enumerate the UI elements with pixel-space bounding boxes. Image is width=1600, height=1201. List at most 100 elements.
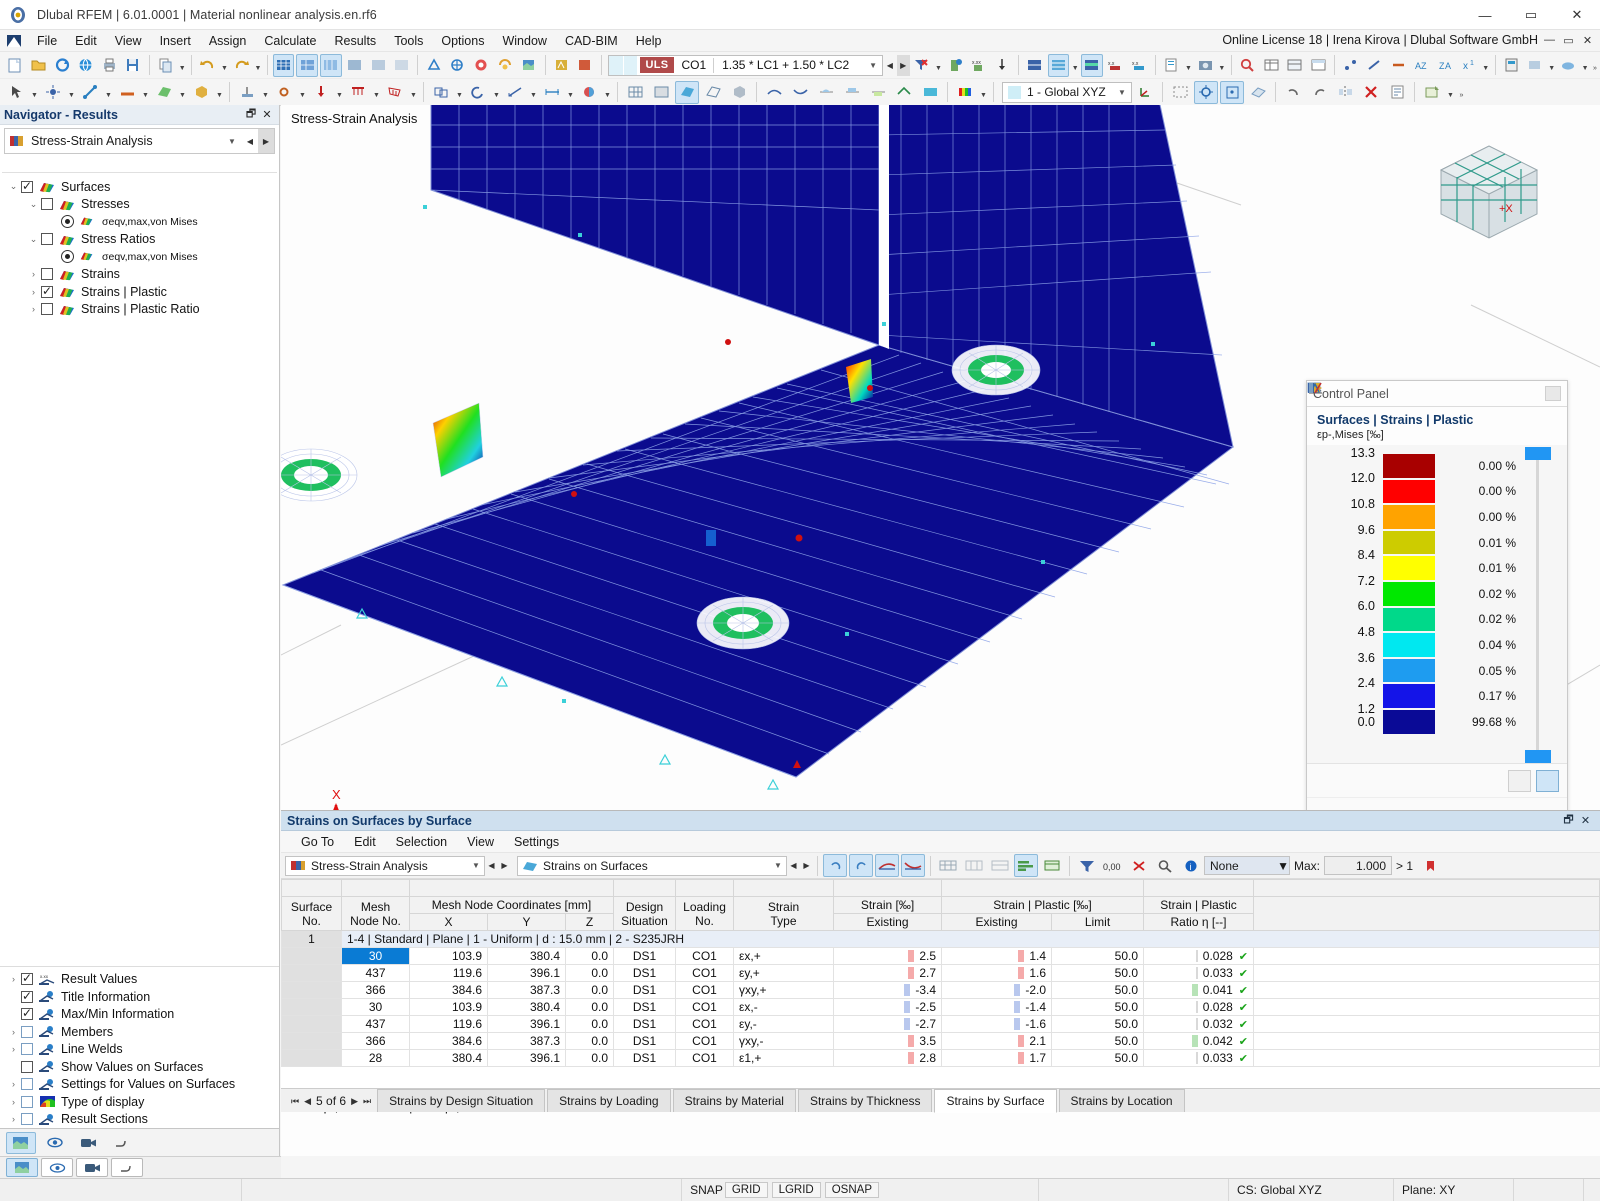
scale-color-chip[interactable] [1382,478,1436,505]
table-result-next-button[interactable]: ▶ [800,856,813,876]
th-plastic-existing[interactable]: Existing [941,913,1053,931]
video-button[interactable] [76,1158,108,1177]
table-tab[interactable]: Strains by Location [1058,1089,1185,1112]
analysis-next-button[interactable]: ▶ [258,129,274,153]
cell-y[interactable]: 387.3 [487,981,566,999]
cell-x[interactable]: 119.6 [409,1015,488,1033]
navigator-tree-item[interactable]: › Strains [0,266,279,284]
load-combination-selector[interactable]: ULS CO1 1.35 * LC1 + 1.50 * LC2 ▼ [607,54,884,76]
navigator-display-item[interactable]: Show Values on Surfaces [0,1058,279,1076]
table-layout-3-icon[interactable] [988,854,1012,877]
cell-plastic-existing[interactable]: -1.4 [941,998,1053,1016]
node-icon[interactable] [1340,54,1362,77]
cell-z[interactable]: 0.0 [564,998,615,1016]
table-analysis-selector[interactable]: Stress-Strain Analysis ▼ [285,855,485,876]
print-report-icon[interactable] [1161,54,1183,77]
pager-last-button[interactable]: ⏭ [363,1096,371,1107]
analysis-chevron-down-icon[interactable]: ▼ [222,137,242,146]
th-strain-existing[interactable]: Existing [833,913,943,931]
scale-color-chip[interactable] [1382,529,1436,556]
cell-plastic-limit[interactable]: 50.0 [1051,1032,1145,1050]
filter-dropdown-icon[interactable]: ▼ [934,54,944,77]
extras-dropdown-icon[interactable]: ▼ [1547,54,1557,77]
menu-assign[interactable]: Assign [200,32,256,50]
scale-color-chip[interactable] [1382,683,1436,709]
view-results-button[interactable] [6,1158,38,1177]
cell-strain-type[interactable]: γxy,+ [733,981,835,999]
result-surface-icon[interactable] [918,81,942,104]
expander-icon[interactable]: › [6,1079,21,1089]
table-undo-icon[interactable] [823,854,847,877]
checkbox[interactable] [21,1060,33,1073]
status-osnap-toggle[interactable]: OSNAP [824,1181,879,1198]
cell-plastic-existing[interactable]: -2.0 [941,981,1053,999]
delete-icon[interactable] [1359,81,1383,104]
scale-edit-icon[interactable] [1307,382,1531,792]
cell-z[interactable]: 0.0 [564,981,615,999]
cell-strain-type[interactable]: εx,+ [733,947,835,965]
coordinate-system-selector[interactable]: 1 - Global XYZ ▼ [1002,81,1132,103]
cell-strain-existing[interactable]: -2.7 [833,1015,943,1033]
scale-color-chip[interactable] [1382,708,1436,735]
print-dropdown-icon[interactable]: ▼ [1184,54,1194,77]
pager-next-button[interactable]: ▶ [351,1096,358,1107]
surface-load-dropdown-icon[interactable]: ▼ [408,81,419,104]
snap-grid-icon[interactable] [1220,80,1244,104]
table-tab[interactable]: Strains by Thickness [797,1089,933,1112]
table-redo-icon[interactable] [849,854,873,877]
result-values-icon[interactable]: x.xx [968,54,990,77]
table-tab[interactable]: Strains by Design Situation [377,1089,546,1112]
load-combo-icon[interactable] [574,54,596,77]
checkbox[interactable] [21,1006,33,1021]
table-row[interactable]: 366 384.6 387.3 0.0 DS1 CO1 γxy,- 3.5 2.1 50.0 0.0… [281,1032,1600,1050]
cell-mesh-node-no[interactable]: 30 [341,998,410,1016]
results-grid-wrapper[interactable]: Surface No. Mesh Node No. Mesh Node Coor… [281,879,1600,1088]
deform-display-2-icon[interactable] [788,81,812,104]
menu-cad-bim[interactable]: CAD-BIM [556,32,627,50]
navigator-close-icon[interactable]: ✕ [259,108,275,121]
checkbox[interactable] [21,1025,33,1038]
scale-color-chip[interactable] [1382,580,1436,607]
menu-edit[interactable]: Edit [66,32,106,50]
navigator-tree-item[interactable]: ⌄ Surfaces [0,178,279,196]
table-max-value[interactable]: 1.000 [1324,856,1393,875]
table-filter-select[interactable]: None ▼ [1204,856,1290,875]
redo-view-icon[interactable] [1307,81,1331,104]
table-result-selector[interactable]: Strains on Surfaces ▼ [517,855,787,876]
toolbar-overflow-icon[interactable]: » [1590,54,1600,77]
formula-icon[interactable]: x1 [1458,54,1480,77]
cell-plastic-limit[interactable]: 50.0 [1051,1015,1145,1033]
checkbox[interactable] [21,971,33,986]
expander-icon[interactable]: › [26,287,41,297]
line-load-icon[interactable] [346,81,370,104]
view-grid-icon[interactable] [367,54,389,77]
navigator-display-item[interactable]: Title Information [0,988,279,1006]
cell-x[interactable]: 384.6 [409,1032,488,1050]
member-icon[interactable] [1387,54,1409,77]
pan-icon[interactable] [494,54,516,77]
checkbox[interactable] [21,179,33,193]
cell-loading-no[interactable]: CO1 [675,964,735,982]
toolbar2-overflow-icon[interactable]: » [1456,81,1467,104]
navigator-display-item[interactable]: › Result Sections [0,1111,279,1129]
th-ratio-sub[interactable]: Ratio η [--] [1143,913,1255,931]
cs-axes-icon[interactable] [1133,81,1157,104]
expander-icon[interactable]: › [26,304,41,314]
cell-y[interactable]: 387.3 [487,1032,566,1050]
surface-load-icon[interactable] [383,81,407,104]
nodal-load-icon[interactable] [309,81,333,104]
th-x[interactable]: X [409,913,488,931]
cs-chevron-down-icon[interactable]: ▼ [1113,88,1131,97]
printer-icon[interactable] [99,54,121,77]
cell-z[interactable]: 0.0 [564,1015,615,1033]
table-bookmark-icon[interactable] [1418,854,1442,877]
nodal-load-dropdown-icon[interactable]: ▼ [334,81,345,104]
status-lgrid-toggle[interactable]: LGRID [771,1181,821,1198]
navigator-tab-view-icon[interactable] [40,1132,70,1154]
cell-y[interactable]: 396.1 [487,1015,566,1033]
cell-x[interactable]: 103.9 [409,998,488,1016]
table-search-icon[interactable] [1153,854,1177,877]
cell-loading-no[interactable]: CO1 [675,1015,735,1033]
table-tab[interactable]: Strains by Surface [934,1089,1057,1113]
table-row[interactable]: 30 103.9 380.4 0.0 DS1 CO1 εx,+ 2.5 1.4 50.0 0.028… [281,947,1600,965]
